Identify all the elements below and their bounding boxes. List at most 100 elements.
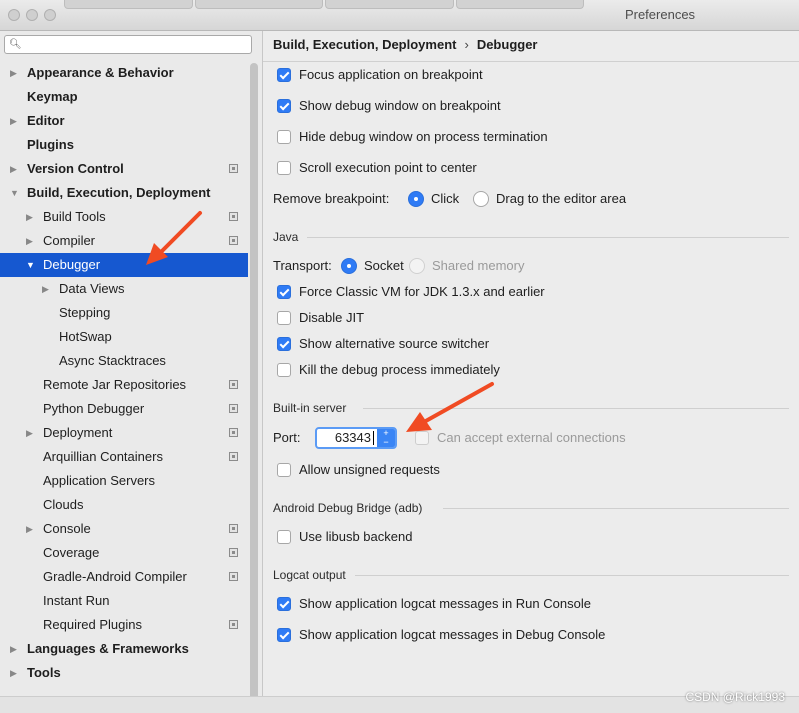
sidebar-scrollbar[interactable] xyxy=(250,63,258,711)
stepper-down-icon[interactable]: − xyxy=(377,438,395,447)
sidebar-item-label: Deployment xyxy=(43,425,113,440)
sidebar-item-languages-frameworks[interactable]: ▶ Languages & Frameworks xyxy=(0,637,248,661)
sidebar-item-plugins[interactable]: Plugins xyxy=(0,133,248,157)
sidebar-item-hotswap[interactable]: HotSwap xyxy=(0,325,248,349)
sidebar-item-instant-run[interactable]: Instant Run xyxy=(0,589,248,613)
sidebar-item-label: Coverage xyxy=(43,545,100,560)
checkbox-label: Disable JIT xyxy=(299,310,365,325)
sidebar-item-build-tools[interactable]: ▶ Build Tools xyxy=(0,205,248,229)
checkbox-box[interactable] xyxy=(277,628,291,642)
chevron-right-icon[interactable]: ▶ xyxy=(10,61,17,85)
radio-socket-label[interactable]: Socket xyxy=(364,255,404,277)
checkbox-box[interactable] xyxy=(277,337,291,351)
chevron-down-icon[interactable]: ▼ xyxy=(10,181,19,205)
chevron-right-icon[interactable]: ▶ xyxy=(10,109,17,133)
checkbox-box[interactable] xyxy=(277,597,291,611)
checkbox-box[interactable] xyxy=(277,463,291,477)
sidebar-item-label: HotSwap xyxy=(59,329,112,344)
sidebar-item-application-servers[interactable]: Application Servers xyxy=(0,469,248,493)
project-scope-icon xyxy=(229,572,238,581)
checkbox-label: Show alternative source switcher xyxy=(299,336,490,351)
minimize-window-button[interactable] xyxy=(26,9,38,21)
sidebar-item-label: Version Control xyxy=(27,161,124,176)
sidebar-item-build-execution-deployment[interactable]: ▼ Build, Execution, Deployment xyxy=(0,181,248,205)
sidebar-item-compiler[interactable]: ▶ Compiler xyxy=(0,229,248,253)
sidebar-item-async-stacktraces[interactable]: Async Stacktraces xyxy=(0,349,248,373)
java-section-line xyxy=(307,237,789,238)
checkbox-box[interactable] xyxy=(277,311,291,325)
checkbox-box[interactable] xyxy=(277,363,291,377)
sidebar-item-label: Data Views xyxy=(59,281,125,296)
port-value[interactable]: 63343 xyxy=(335,429,371,447)
breadcrumb-parent[interactable]: Build, Execution, Deployment xyxy=(273,37,456,52)
chevron-right-icon[interactable]: ▶ xyxy=(10,661,17,685)
sidebar-item-stepping[interactable]: Stepping xyxy=(0,301,248,325)
sidebar-item-keymap[interactable]: Keymap xyxy=(0,85,248,109)
port-stepper[interactable]: + − xyxy=(377,429,395,447)
radio-drag-label[interactable]: Drag to the editor area xyxy=(496,188,626,210)
project-scope-icon xyxy=(229,548,238,557)
sidebar-item-label: Keymap xyxy=(27,89,78,104)
checkbox-label: Show debug window on breakpoint xyxy=(299,98,501,113)
sidebar-item-label: Python Debugger xyxy=(43,401,145,416)
transport-label: Transport: xyxy=(273,258,332,273)
sidebar-item-remote-jar-repositories[interactable]: Remote Jar Repositories xyxy=(0,373,248,397)
zoom-window-button[interactable] xyxy=(44,9,56,21)
sidebar-item-label: Gradle-Android Compiler xyxy=(43,569,187,584)
checkbox-label: Scroll execution point to center xyxy=(299,160,477,175)
port-input[interactable]: 63343 + − xyxy=(315,427,397,449)
sidebar-item-gradle-android-compiler[interactable]: Gradle-Android Compiler xyxy=(0,565,248,589)
chevron-right-icon[interactable]: ▶ xyxy=(26,229,33,253)
sidebar-item-arquillian-containers[interactable]: Arquillian Containers xyxy=(0,445,248,469)
project-scope-icon xyxy=(229,524,238,533)
sidebar-item-coverage[interactable]: Coverage xyxy=(0,541,248,565)
sidebar-item-editor[interactable]: ▶ Editor xyxy=(0,109,248,133)
chevron-down-icon[interactable]: ▼ xyxy=(26,253,35,277)
checkbox-box[interactable] xyxy=(277,285,291,299)
radio-drag[interactable] xyxy=(473,191,489,207)
chevron-right-icon[interactable]: ▶ xyxy=(10,157,17,181)
port-label: Port: xyxy=(273,430,301,445)
sidebar-item-deployment[interactable]: ▶ Deployment xyxy=(0,421,248,445)
checkbox-box[interactable] xyxy=(277,68,291,82)
sidebar-item-label: Async Stacktraces xyxy=(59,353,166,368)
chevron-right-icon[interactable]: ▶ xyxy=(10,637,17,661)
project-scope-icon xyxy=(229,236,238,245)
checkbox-label: Force Classic VM for JDK 1.3.x and earli… xyxy=(299,284,545,299)
sidebar-item-data-views[interactable]: ▶ Data Views xyxy=(0,277,248,301)
adb-section-title: Android Debug Bridge (adb) xyxy=(273,501,423,515)
sidebar-item-version-control[interactable]: ▶ Version Control xyxy=(0,157,248,181)
builtin-server-section-title: Built-in server xyxy=(273,401,347,415)
close-window-button[interactable] xyxy=(8,9,20,21)
sidebar-item-debugger[interactable]: ▼ Debugger xyxy=(0,253,248,277)
project-scope-icon xyxy=(229,404,238,413)
chevron-right-icon[interactable]: ▶ xyxy=(26,205,33,229)
watermark: CSDN @Rick1993 xyxy=(685,690,785,704)
sidebar-item-label: Languages & Frameworks xyxy=(27,641,189,656)
chevron-right-icon[interactable]: ▶ xyxy=(26,421,33,445)
sidebar-item-console[interactable]: ▶ Console xyxy=(0,517,248,541)
sidebar-item-appearance-behavior[interactable]: ▶ Appearance & Behavior xyxy=(0,61,248,85)
radio-click-label[interactable]: Click xyxy=(431,188,459,210)
sidebar-item-required-plugins[interactable]: Required Plugins xyxy=(0,613,248,637)
sidebar-item-clouds[interactable]: Clouds xyxy=(0,493,248,517)
status-bar xyxy=(0,696,799,713)
chevron-right-icon[interactable]: ▶ xyxy=(26,517,33,541)
radio-click[interactable] xyxy=(408,191,424,207)
project-scope-icon xyxy=(229,452,238,461)
checkbox-box[interactable] xyxy=(277,99,291,113)
sidebar-item-tools[interactable]: ▶ Tools xyxy=(0,661,248,685)
checkbox-box[interactable] xyxy=(277,130,291,144)
radio-socket[interactable] xyxy=(341,258,357,274)
sidebar-item-label: Build Tools xyxy=(43,209,106,224)
breadcrumb-current: Debugger xyxy=(476,37,538,52)
settings-search-field[interactable]: 🔍︎ xyxy=(4,35,252,54)
checkbox-box[interactable] xyxy=(277,530,291,544)
remove-breakpoint-label: Remove breakpoint: xyxy=(273,191,390,206)
chevron-right-icon[interactable]: ▶ xyxy=(42,277,49,301)
breadcrumb: Build, Execution, Deployment › Debugger xyxy=(273,37,537,52)
sidebar-item-label: Build, Execution, Deployment xyxy=(27,185,211,200)
checkbox-box[interactable] xyxy=(277,161,291,175)
sidebar-item-python-debugger[interactable]: Python Debugger xyxy=(0,397,248,421)
sidebar-item-label: Clouds xyxy=(43,497,84,512)
